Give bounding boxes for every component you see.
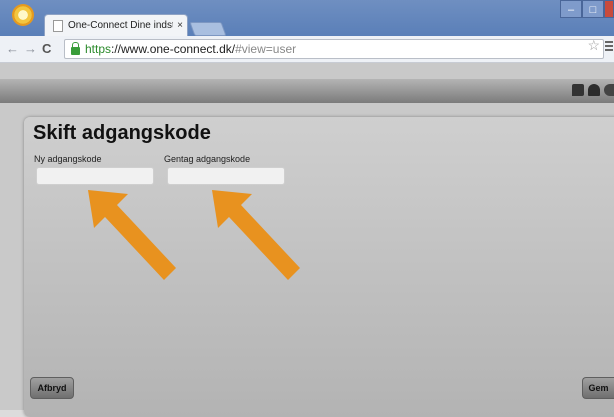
address-bar[interactable]: https://www.one-connect.dk/#view=user <box>64 39 604 59</box>
dialog-title: Skift adgangskode <box>33 122 211 144</box>
browser-toolbar: ← → C https://www.one-connect.dk/#view=u… <box>0 36 614 63</box>
repeat-password-label: Gentag adgangskode <box>164 154 251 164</box>
minimize-button[interactable]: – <box>560 0 582 18</box>
save-button[interactable]: Gem <box>582 377 614 399</box>
tab-close-icon[interactable]: × <box>173 20 187 31</box>
forward-arrow-icon[interactable]: → <box>24 41 37 56</box>
repeat-password-input[interactable] <box>167 167 285 185</box>
new-password-input[interactable] <box>36 167 154 185</box>
new-tab-button[interactable] <box>189 22 227 36</box>
tab-title: One-Connect Dine indstill <box>68 20 173 31</box>
arrow-annotation-1-icon <box>88 190 176 280</box>
window-controls: – □ <box>560 0 614 18</box>
lock-icon <box>71 41 80 55</box>
clock-icon[interactable] <box>604 84 614 96</box>
maximize-button[interactable]: □ <box>582 0 604 18</box>
chat-icon[interactable] <box>572 84 584 96</box>
menu-icon[interactable] <box>605 41 613 51</box>
browser-tab[interactable]: One-Connect Dine indstill × <box>44 14 188 36</box>
arrow-1-shape <box>88 190 176 280</box>
back-arrow-icon[interactable]: ← <box>6 41 19 56</box>
url-fragment: #view=user <box>235 42 297 56</box>
app-header-bar <box>0 79 614 103</box>
bookmark-star-icon[interactable]: ☆ <box>587 37 600 54</box>
arrow-annotation-2-icon <box>212 190 300 280</box>
new-password-label: Ny adgangskode <box>34 154 102 164</box>
page-favicon-icon <box>53 19 63 32</box>
reload-icon[interactable]: C <box>42 41 51 56</box>
url-scheme: https <box>85 42 112 56</box>
browser-logo-icon <box>12 4 34 26</box>
header-icons <box>572 84 614 96</box>
arrow-2-shape <box>212 190 300 280</box>
cancel-button[interactable]: Afbryd <box>30 377 74 399</box>
user-icon[interactable] <box>588 84 600 96</box>
close-window-button[interactable] <box>604 0 614 18</box>
url-host: ://www.one-connect.dk/ <box>111 42 236 56</box>
browser-titlebar: One-Connect Dine indstill × – □ <box>0 0 614 36</box>
